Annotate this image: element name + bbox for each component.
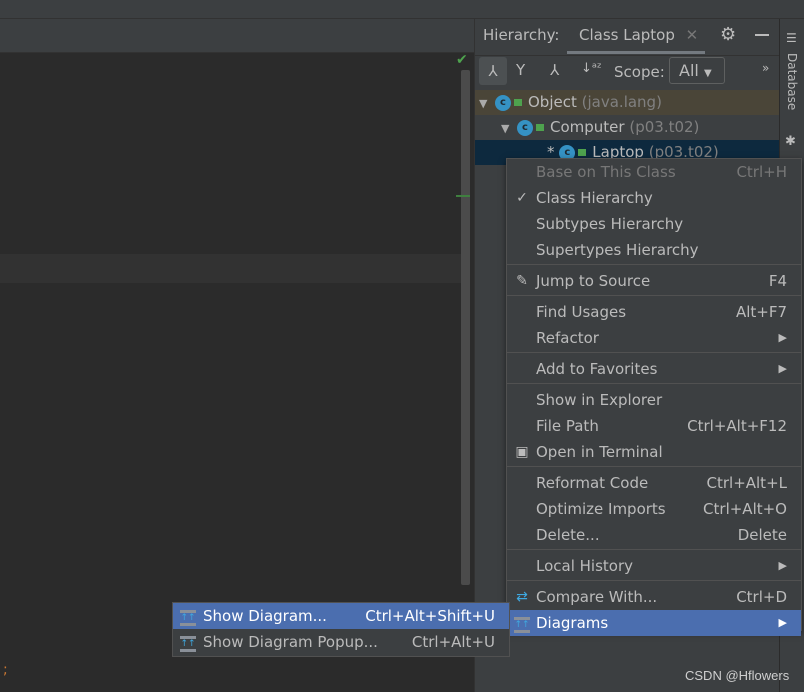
menu-add-to-favorites[interactable]: Add to Favorites ▶ [507, 356, 801, 382]
menu-class-hierarchy[interactable]: ✓ Class Hierarchy [507, 185, 801, 211]
submenu-arrow-icon: ▶ [778, 616, 787, 629]
supertypes-button[interactable]: Y [516, 61, 525, 79]
diagram-icon: ↑↑ [513, 610, 531, 636]
diagram-icon: ↑↑ [179, 603, 197, 629]
diagram-icon: ↑↑ [179, 629, 197, 655]
menu-supertypes-hierarchy[interactable]: Supertypes Hierarchy [507, 237, 801, 263]
public-icon [536, 124, 544, 131]
menu-subtypes-hierarchy[interactable]: Subtypes Hierarchy [507, 211, 801, 237]
gear-icon[interactable]: ⚙ [720, 24, 736, 45]
tree-item-name: Computer [550, 118, 625, 136]
tree-item-package: (java.lang) [581, 93, 662, 111]
expand-icon[interactable]: ▼ [501, 116, 517, 141]
menu-show-in-explorer[interactable]: Show in Explorer [507, 387, 801, 413]
minimize-icon[interactable] [755, 34, 769, 36]
menu-open-in-terminal[interactable]: ▣ Open in Terminal [507, 439, 801, 465]
subtypes-button[interactable]: ⅄ [550, 61, 559, 79]
menu-reformat-code[interactable]: Reformat Code Ctrl+Alt+L [507, 470, 801, 496]
change-marker [456, 195, 470, 197]
menu-compare-with[interactable]: ⇄ Compare With... Ctrl+D [507, 584, 801, 610]
database-icon[interactable]: ☰ [786, 31, 797, 45]
public-icon [578, 149, 587, 156]
close-icon[interactable]: ✕ [686, 26, 699, 44]
class-icon: c [495, 94, 511, 111]
tab-class-laptop[interactable]: Class Laptop ✕ [567, 26, 705, 54]
public-icon [514, 99, 522, 106]
scope-label: Scope: [614, 63, 665, 81]
menu-jump-to-source[interactable]: ✎ Jump to Source F4 [507, 268, 801, 294]
menu-find-usages[interactable]: Find Usages Alt+F7 [507, 299, 801, 325]
check-icon: ✓ [516, 190, 528, 206]
menu-optimize-imports[interactable]: Optimize Imports Ctrl+Alt+O [507, 496, 801, 522]
scope-value: All [679, 61, 699, 80]
current-line-highlight [0, 254, 461, 283]
tree-item-package: (p03.t02) [629, 118, 700, 136]
tab-label: Class Laptop [579, 26, 675, 44]
database-tool-button[interactable]: Database [785, 53, 799, 110]
hierarchy-label: Hierarchy: [483, 26, 560, 44]
menu-delete[interactable]: Delete... Delete [507, 522, 801, 548]
tree-item-name: Object [528, 93, 577, 111]
menu-show-diagram-popup[interactable]: ↑↑ Show Diagram Popup... Ctrl+Alt+U [173, 629, 509, 655]
sort-alpha-icon[interactable]: ↓ᵃᶻ [581, 61, 602, 76]
more-icon[interactable]: » [762, 61, 769, 75]
terminal-icon: ▣ [515, 444, 529, 460]
submenu-arrow-icon: ▶ [778, 331, 787, 344]
editor-tab-bar [0, 19, 474, 53]
watermark: CSDN @Hflowers [685, 668, 790, 683]
menu-base-on-this-class[interactable]: Base on This Class Ctrl+H [507, 159, 801, 185]
bug-icon[interactable]: ✱ [785, 134, 796, 149]
context-menu: Base on This Class Ctrl+H ✓ Class Hierarch… [506, 158, 802, 636]
menu-diagrams[interactable]: ↑↑ Diagrams ▶ [507, 610, 801, 636]
menu-local-history[interactable]: Local History ▶ [507, 553, 801, 579]
diagrams-submenu: ↑↑ Show Diagram... Ctrl+Alt+Shift+U ↑↑ Show… [172, 602, 510, 657]
editor-scrollbar[interactable] [461, 70, 470, 585]
menu-file-path[interactable]: File Path Ctrl+Alt+F12 [507, 413, 801, 439]
expand-icon[interactable]: ▼ [479, 91, 495, 116]
tree-item-computer[interactable]: ▼ c Computer (p03.t02) [475, 115, 779, 140]
code-editor[interactable] [0, 53, 474, 692]
menu-refactor[interactable]: Refactor ▶ [507, 325, 801, 351]
class-hierarchy-button[interactable]: ⅄ [479, 57, 507, 85]
title-bar [0, 0, 804, 19]
scope-dropdown[interactable]: All ▼ [669, 57, 725, 84]
check-icon: ✔ [456, 52, 468, 68]
menu-show-diagram[interactable]: ↑↑ Show Diagram... Ctrl+Alt+Shift+U [173, 603, 509, 629]
compare-icon: ⇄ [516, 589, 528, 605]
submenu-arrow-icon: ▶ [778, 362, 787, 375]
pencil-icon: ✎ [516, 273, 528, 289]
submenu-arrow-icon: ▶ [778, 559, 787, 572]
abstract-class-icon: c [517, 119, 533, 136]
tree-item-object[interactable]: ▼ c Object (java.lang) [475, 90, 779, 115]
semicolon-mark: ; [3, 662, 8, 678]
